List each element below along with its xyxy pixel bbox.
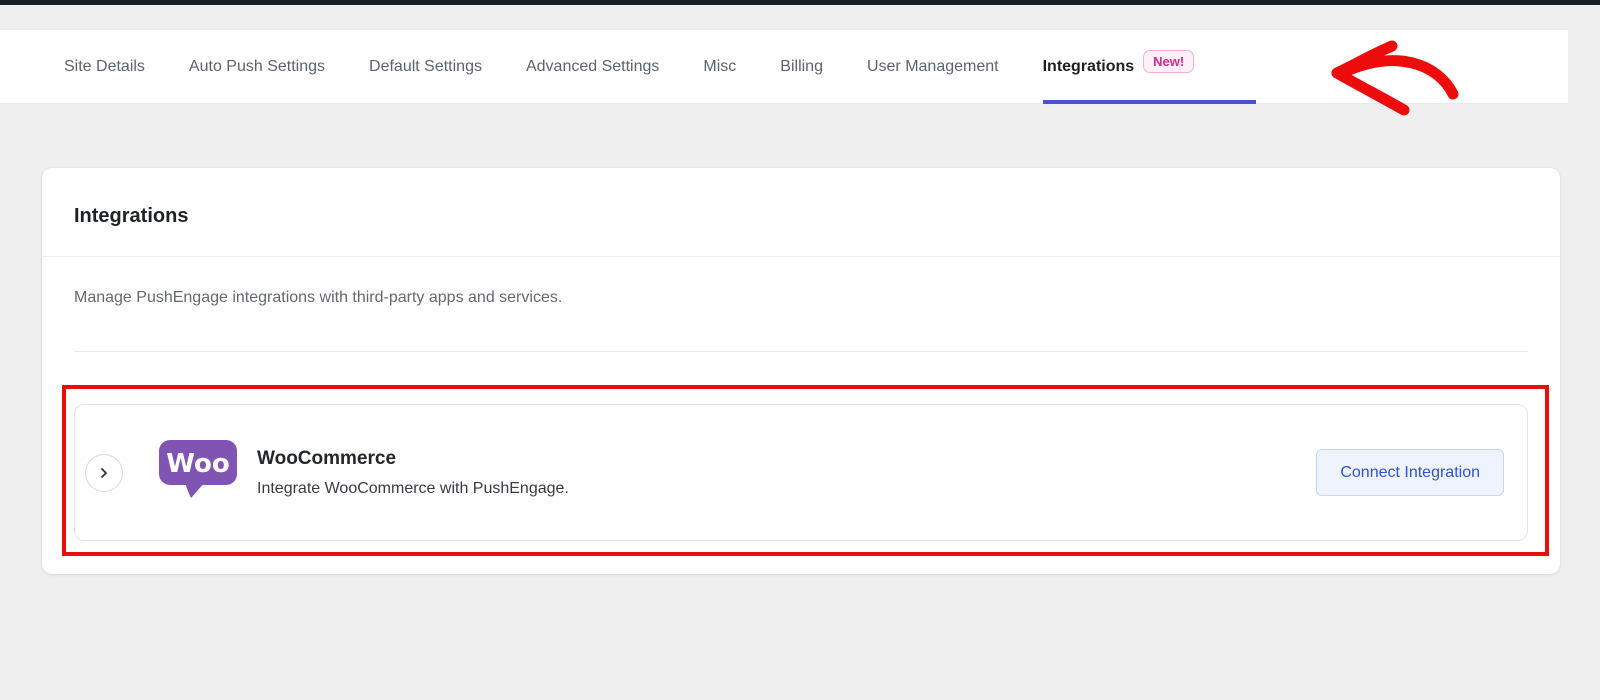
integration-texts: WooCommerce Integrate WooCommerce with P… [257, 448, 1316, 498]
top-dark-bar [0, 0, 1600, 5]
integration-description: Integrate WooCommerce with PushEngage. [257, 479, 569, 497]
new-badge: New! [1143, 50, 1195, 73]
active-tab-underline [1042, 100, 1257, 104]
integration-name: WooCommerce [257, 447, 397, 469]
settings-tab-bar: Site Details Auto Push Settings Default … [0, 30, 1568, 104]
integration-row: Woo WooCommerce Integrate WooCommerce wi… [74, 404, 1528, 541]
tab-user-management[interactable]: User Management [867, 30, 999, 103]
tab-misc[interactable]: Misc [703, 30, 736, 103]
expand-integration-button[interactable] [85, 453, 123, 492]
highlight-region: Woo WooCommerce Integrate WooCommerce wi… [62, 385, 1549, 556]
tab-integrations-label: Integrations [1042, 57, 1135, 75]
integrations-card: Integrations Manage PushEngage integrati… [42, 168, 1560, 574]
tab-auto-push-settings[interactable]: Auto Push Settings [189, 30, 325, 103]
woocommerce-logo: Woo [159, 440, 237, 505]
divider [74, 351, 1528, 352]
card-title: Integrations [42, 168, 1560, 257]
tab-advanced-settings[interactable]: Advanced Settings [526, 30, 659, 103]
connect-integration-button[interactable]: Connect Integration [1316, 448, 1504, 497]
tab-billing[interactable]: Billing [780, 30, 823, 103]
woo-logo-text: Woo [166, 449, 229, 479]
card-body: Manage PushEngage integrations with thir… [42, 257, 1560, 556]
card-description: Manage PushEngage integrations with thir… [74, 289, 563, 306]
tab-site-details[interactable]: Site Details [64, 30, 145, 103]
tab-default-settings[interactable]: Default Settings [369, 30, 482, 103]
tab-integrations[interactable]: Integrations New! [1042, 30, 1257, 104]
chevron-right-icon [101, 467, 107, 478]
